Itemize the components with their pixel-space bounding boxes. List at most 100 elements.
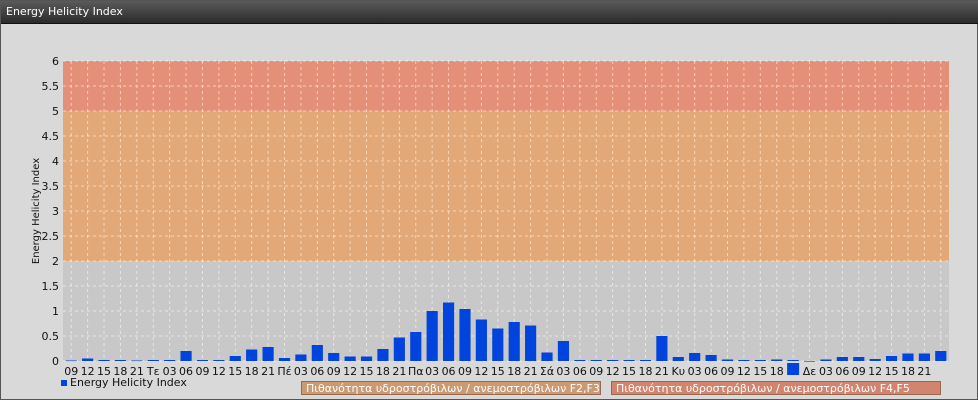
x-tick-label: Πα — [408, 365, 424, 376]
y-tick-label: 0.5 — [42, 330, 60, 343]
x-tick-label: 06 — [310, 365, 324, 376]
x-tick-label: 15 — [885, 365, 899, 376]
x-tick-label: 15 — [491, 365, 505, 376]
bar — [918, 353, 930, 361]
x-tick-label: 15 — [753, 365, 767, 376]
bar — [114, 360, 127, 361]
x-tick-label: 18 — [770, 365, 784, 376]
bar — [164, 360, 176, 361]
x-tick-label: 03 — [556, 365, 570, 376]
bar — [278, 358, 291, 361]
y-axis-ticks: 0 0.5 1 1.5 2 2.5 3 3.5 4 4.5 5 5.5 6 — [42, 55, 60, 368]
bar — [803, 361, 816, 362]
bar — [754, 360, 766, 361]
zone-f2-f3-label: Πιθανότητα υδροστρόβιλων / ανεμοστρόβιλω… — [301, 381, 601, 395]
x-tick-label: 15 — [97, 365, 111, 376]
x-tick-label: 18 — [113, 365, 127, 376]
x-tick-label: 21 — [917, 365, 931, 376]
bar — [311, 345, 323, 361]
y-tick-label: 0 — [52, 355, 59, 368]
legend-swatch — [61, 380, 67, 386]
bar — [607, 360, 619, 361]
y-tick-label: 4.5 — [42, 130, 60, 143]
bar — [328, 353, 340, 361]
bar — [885, 356, 898, 361]
y-axis-label: Energy Helicity Index — [31, 158, 42, 264]
x-tick-label: 18 — [245, 365, 259, 376]
x-tick-label: 18 — [638, 365, 652, 376]
x-tick-label: 09 — [195, 365, 209, 376]
ehi-chart: 00.511.522.533.544.555.56 09 12 15 18 21 Τε 03… — [31, 55, 949, 376]
x-tick-label: 21 — [524, 365, 538, 376]
bar — [377, 349, 389, 361]
chart-window: Energy Helicity Index 0 0.5 1 1.5 2 2.5 3 3.5 4 4… — [0, 0, 978, 400]
bar — [196, 360, 209, 361]
y-tick-label: 1.5 — [42, 280, 60, 293]
y-tick-label: 2 — [52, 255, 59, 268]
bar — [410, 332, 422, 361]
bar — [492, 328, 504, 361]
bar — [935, 351, 947, 361]
bar — [672, 357, 684, 361]
x-tick-label: 09 — [327, 365, 341, 376]
x-tick-label: 03 — [688, 365, 702, 376]
legend: Energy Helicity Index — [61, 376, 187, 389]
bar — [902, 353, 914, 361]
bar — [442, 302, 455, 361]
y-tick-label: 1 — [52, 305, 59, 318]
bar — [525, 325, 537, 361]
zone-f4-f5-label: Πιθανότητα υδροστρόβιλων / ανεμοστρόβιλω… — [611, 381, 941, 395]
bar — [180, 351, 192, 361]
y-tick-label: 5.5 — [42, 80, 60, 93]
legend-marker — [787, 363, 800, 375]
x-tick-label: 12 — [606, 365, 620, 376]
bar — [639, 360, 652, 361]
x-tick-label: Τε — [146, 365, 160, 376]
x-tick-label: Δε — [803, 365, 817, 376]
x-tick-label: 09 — [721, 365, 735, 376]
bar — [426, 311, 438, 361]
bar — [820, 359, 832, 361]
bar — [656, 336, 668, 361]
x-tick-label: 21 — [655, 365, 669, 376]
x-tick-label: 15 — [622, 365, 636, 376]
bar — [360, 356, 373, 361]
bar — [689, 353, 701, 361]
y-tick-label: 5 — [52, 105, 59, 118]
x-tick-label: 09 — [852, 365, 866, 376]
legend-label: Energy Helicity Index — [70, 376, 187, 389]
x-tick-label: 06 — [442, 365, 456, 376]
bar — [771, 359, 783, 361]
x-tick-label: Κυ — [671, 365, 685, 376]
y-tick-label: 4 — [52, 155, 59, 168]
x-tick-label: Πέ — [277, 365, 291, 376]
x-tick-label: 18 — [376, 365, 390, 376]
x-tick-label: 06 — [179, 365, 193, 376]
x-tick-label: 09 — [64, 365, 78, 376]
x-tick-label: 21 — [392, 365, 406, 376]
x-tick-label: 18 — [901, 365, 915, 376]
bar — [393, 337, 405, 361]
bar — [869, 359, 881, 361]
x-axis-ticks: 09 12 15 18 21 Τε 03 06 09 12 15 18 21 Πέ 03 06 09 12 15 18… — [64, 363, 931, 376]
x-tick-label: 21 — [130, 365, 144, 376]
bar — [705, 355, 717, 361]
x-tick-label: 12 — [81, 365, 95, 376]
bar — [541, 352, 553, 361]
x-tick-label: 12 — [868, 365, 882, 376]
x-tick-label: 03 — [163, 365, 177, 376]
x-tick-label: 09 — [458, 365, 472, 376]
bar — [787, 360, 799, 361]
bar — [213, 360, 225, 361]
bar — [557, 341, 570, 361]
bar — [295, 354, 307, 361]
y-tick-label: 6 — [52, 55, 59, 68]
x-tick-label: 18 — [507, 365, 521, 376]
bar — [262, 347, 274, 361]
x-tick-label: 21 — [261, 365, 275, 376]
x-tick-label: 06 — [835, 365, 849, 376]
bar — [82, 358, 94, 361]
x-tick-label: 12 — [212, 365, 226, 376]
bar — [65, 360, 77, 362]
bar — [229, 356, 241, 361]
